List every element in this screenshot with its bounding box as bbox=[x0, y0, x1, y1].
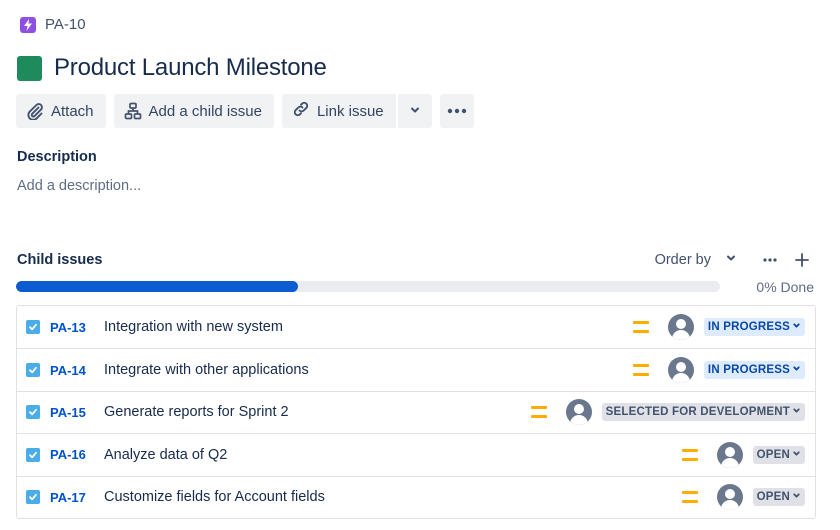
add-child-issue-label: Add a child issue bbox=[148, 102, 262, 120]
child-issues-more-icon[interactable] bbox=[759, 250, 781, 270]
attach-label: Attach bbox=[51, 102, 94, 120]
child-issue-row[interactable]: PA-14 Integrate with other applications IN… bbox=[17, 348, 815, 390]
chevron-down-icon bbox=[792, 449, 801, 461]
issue-type-task-icon bbox=[26, 490, 40, 505]
status-label: OPEN bbox=[756, 448, 790, 461]
status-dropdown[interactable]: IN PROGRESS bbox=[703, 318, 805, 337]
chevron-down-icon bbox=[792, 491, 801, 503]
child-issues-heading: Child issues bbox=[17, 252, 103, 268]
child-issue-row[interactable]: PA-17 Customize fields for Account fields… bbox=[17, 475, 815, 518]
status-label: IN PROGRESS bbox=[707, 321, 790, 334]
more-horizontal-icon bbox=[447, 108, 467, 114]
priority-medium-icon bbox=[681, 448, 698, 461]
unassigned-avatar-icon[interactable] bbox=[667, 357, 694, 384]
chevron-down-icon bbox=[409, 103, 421, 120]
add-child-plus-icon[interactable] bbox=[791, 250, 813, 270]
parent-issue-key-link[interactable]: PA-10 bbox=[45, 16, 86, 33]
breadcrumb: PA-10 bbox=[20, 16, 86, 33]
status-label: SELECTED FOR DEVELOPMENT bbox=[605, 406, 790, 419]
chevron-down-icon bbox=[792, 321, 801, 333]
status-dropdown[interactable]: SELECTED FOR DEVELOPMENT bbox=[601, 403, 805, 422]
child-issues-controls: Order by bbox=[655, 250, 813, 270]
status-label: OPEN bbox=[756, 491, 790, 504]
priority-medium-icon bbox=[632, 321, 649, 334]
child-issue-list: PA-13 Integration with new system IN PROGR… bbox=[16, 305, 816, 519]
priority-medium-icon bbox=[530, 406, 547, 419]
title-row: Product Launch Milestone bbox=[17, 54, 327, 82]
hierarchy-icon bbox=[124, 102, 142, 120]
done-percentage: 0% Done bbox=[756, 279, 814, 295]
order-by-label: Order by bbox=[654, 252, 711, 268]
priority-medium-icon bbox=[681, 491, 698, 504]
issue-key-link[interactable]: PA-16 bbox=[50, 447, 86, 462]
child-issue-row[interactable]: PA-13 Integration with new system IN PROGR… bbox=[17, 306, 815, 348]
chevron-down-icon bbox=[725, 252, 737, 268]
child-issues-progress-bar bbox=[16, 281, 720, 292]
issue-type-task-icon bbox=[26, 447, 40, 462]
issue-summary-link[interactable]: Generate reports for Sprint 2 bbox=[104, 404, 289, 420]
status-dropdown[interactable]: IN PROGRESS bbox=[703, 361, 805, 380]
issue-key-link[interactable]: PA-14 bbox=[50, 363, 86, 378]
chevron-down-icon bbox=[792, 364, 801, 376]
issue-type-task-icon bbox=[26, 405, 40, 420]
unassigned-avatar-icon[interactable] bbox=[716, 441, 743, 468]
more-actions-button[interactable] bbox=[439, 94, 474, 128]
issue-key-link[interactable]: PA-15 bbox=[50, 405, 86, 420]
link-icon bbox=[292, 100, 310, 122]
status-label: IN PROGRESS bbox=[707, 364, 790, 377]
priority-medium-icon bbox=[632, 364, 649, 377]
issue-type-task-icon bbox=[26, 363, 40, 378]
link-issue-dropdown-button[interactable] bbox=[398, 94, 432, 128]
issue-summary-link[interactable]: Integration with new system bbox=[104, 319, 283, 335]
issue-type-task-icon bbox=[26, 320, 40, 335]
issue-summary-link[interactable]: Integrate with other applications bbox=[104, 362, 309, 378]
issue-meta: SELECTED FOR DEVELOPMENT bbox=[530, 399, 805, 426]
paperclip-icon bbox=[26, 102, 44, 120]
description-heading: Description bbox=[17, 149, 97, 165]
child-issue-row[interactable]: PA-15 Generate reports for Sprint 2 SELECT… bbox=[17, 390, 815, 433]
attach-button[interactable]: Attach bbox=[16, 94, 106, 128]
epic-lightning-icon[interactable] bbox=[20, 16, 36, 33]
child-issue-row[interactable]: PA-16 Analyze data of Q2 OPEN bbox=[17, 433, 815, 475]
issue-toolbar: Attach Add a child issue Link issue bbox=[16, 94, 474, 128]
issue-meta: IN PROGRESS bbox=[632, 357, 805, 384]
unassigned-avatar-icon[interactable] bbox=[716, 484, 743, 511]
add-child-issue-button[interactable]: Add a child issue bbox=[113, 94, 274, 128]
issue-meta: OPEN bbox=[681, 484, 805, 511]
issue-key-link[interactable]: PA-13 bbox=[50, 320, 86, 335]
status-dropdown[interactable]: OPEN bbox=[752, 488, 805, 507]
link-issue-split-button: Link issue bbox=[281, 94, 432, 128]
issue-meta: IN PROGRESS bbox=[632, 314, 805, 341]
issue-summary-link[interactable]: Customize fields for Account fields bbox=[104, 489, 325, 505]
order-by-dropdown[interactable]: Order by bbox=[655, 252, 737, 268]
description-input[interactable]: Add a description... bbox=[17, 178, 141, 194]
status-dropdown[interactable]: OPEN bbox=[752, 445, 805, 464]
link-issue-button[interactable]: Link issue bbox=[282, 94, 396, 128]
progress-fill bbox=[16, 281, 298, 292]
issue-key-link[interactable]: PA-17 bbox=[50, 490, 86, 505]
issue-meta: OPEN bbox=[681, 441, 805, 468]
link-issue-label: Link issue bbox=[316, 102, 384, 120]
unassigned-avatar-icon[interactable] bbox=[565, 399, 592, 426]
issue-summary-link[interactable]: Analyze data of Q2 bbox=[104, 447, 227, 463]
unassigned-avatar-icon[interactable] bbox=[667, 314, 694, 341]
issue-color-swatch[interactable] bbox=[17, 55, 42, 81]
page-title[interactable]: Product Launch Milestone bbox=[54, 54, 327, 82]
chevron-down-icon bbox=[792, 406, 801, 418]
